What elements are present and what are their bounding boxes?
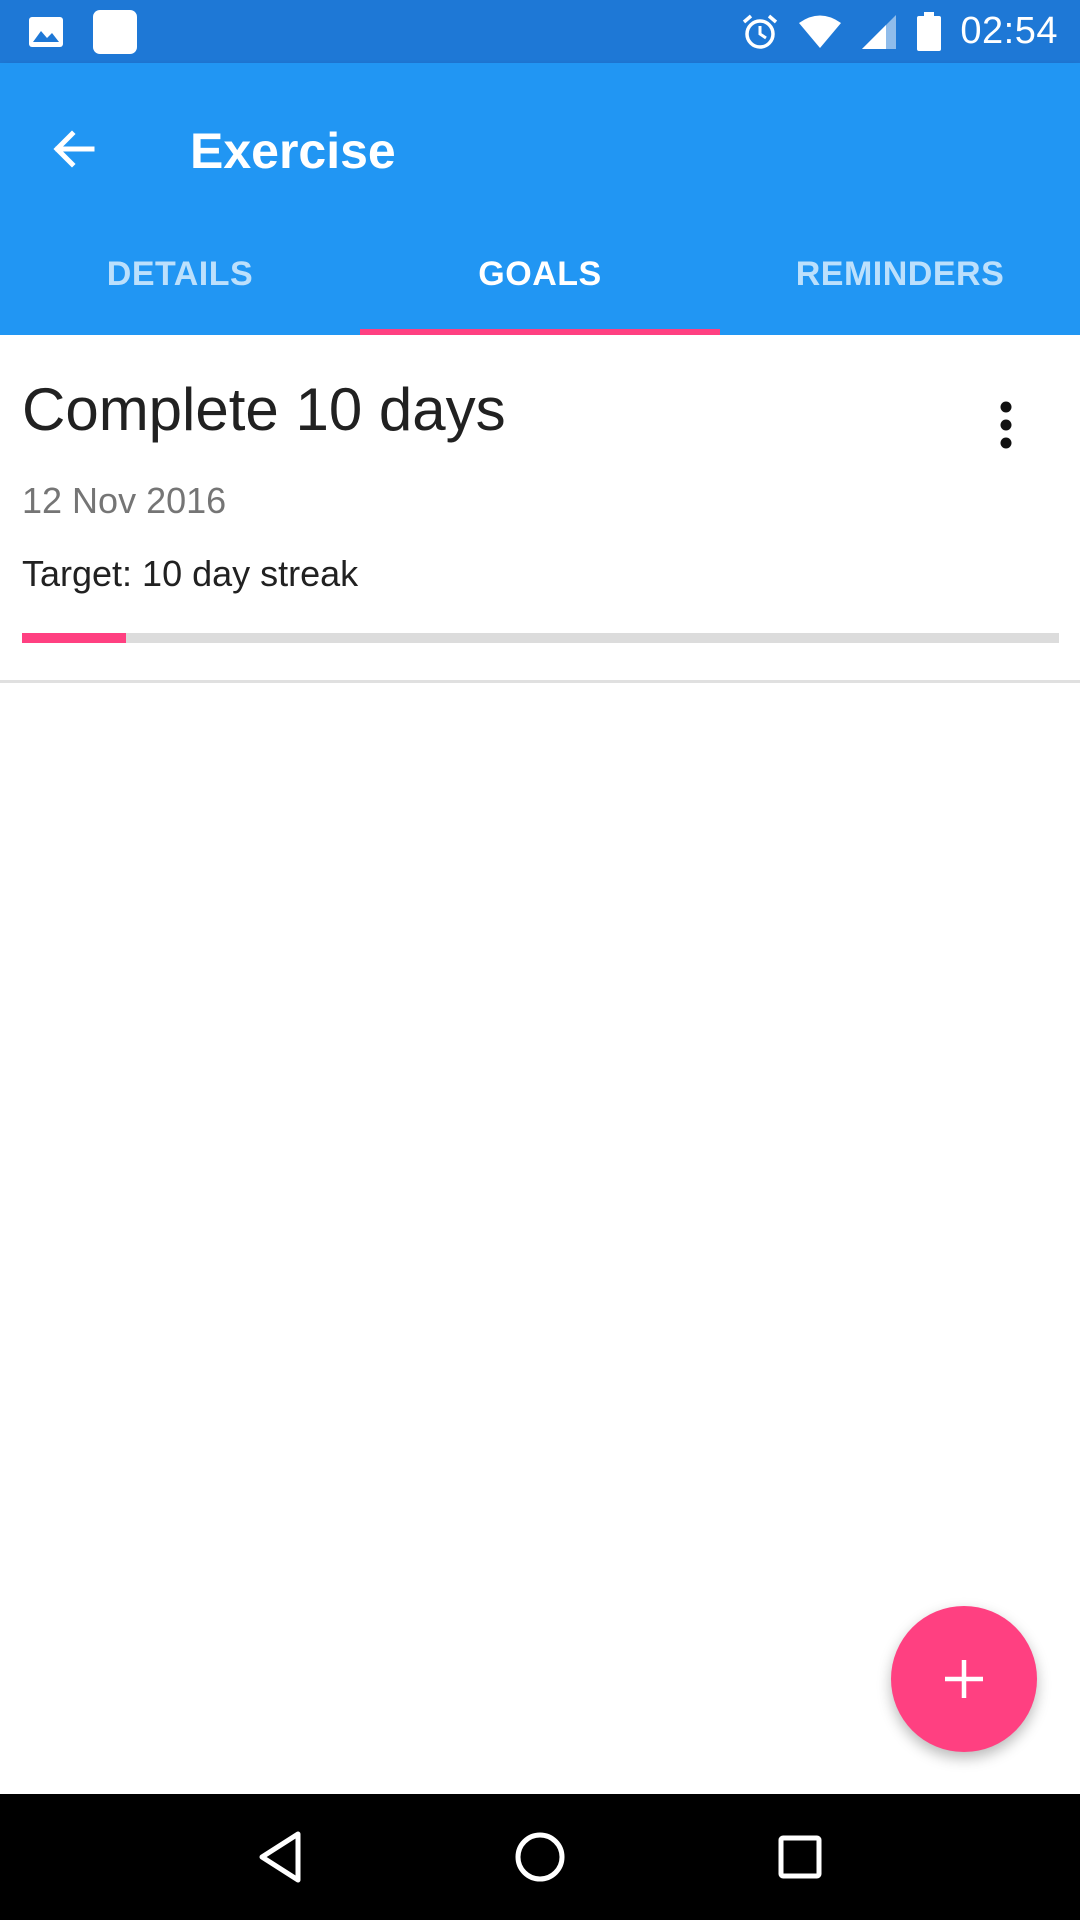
nav-back-button[interactable] (230, 1807, 330, 1907)
arrow-back-icon (53, 130, 95, 168)
goal-date: 12 Nov 2016 (22, 480, 227, 521)
nav-home-button[interactable] (490, 1807, 590, 1907)
goal-progress-fill (22, 633, 126, 643)
tab-bar: DETAILS GOALS REMINDERS (0, 213, 1080, 335)
tab-reminders[interactable]: REMINDERS (720, 213, 1080, 335)
app-bar: Exercise DETAILS GOALS REMINDERS (0, 63, 1080, 335)
status-right: 02:54 (722, 10, 1058, 53)
goal-target: Target: 10 day streak (22, 553, 359, 594)
status-bar: 02:54 (0, 0, 1080, 63)
app-notification-icon (92, 9, 138, 55)
nav-recents-button[interactable] (750, 1807, 850, 1907)
goal-card[interactable]: Complete 10 days 12 Nov 2016 Target: 10 … (0, 335, 1080, 683)
more-options-button[interactable] (976, 385, 1036, 465)
goal-title: Complete 10 days (22, 376, 506, 443)
status-left (28, 9, 166, 55)
tab-label: REMINDERS (795, 254, 1005, 293)
back-triangle-icon (259, 1831, 301, 1883)
image-notification-icon (28, 14, 64, 50)
add-goal-button[interactable] (891, 1606, 1037, 1752)
status-time: 02:54 (960, 10, 1058, 52)
cellular-signal-icon (860, 13, 898, 51)
tab-label: GOALS (478, 254, 602, 293)
tab-goals[interactable]: GOALS (360, 213, 720, 335)
system-nav-bar (0, 1794, 1080, 1920)
more-vert-icon (1000, 401, 1012, 449)
battery-icon (916, 11, 942, 52)
goal-progress-bar (22, 633, 1059, 643)
recents-square-icon (778, 1835, 822, 1879)
wifi-icon (798, 14, 842, 50)
alarm-icon (740, 12, 780, 52)
home-circle-icon (515, 1832, 565, 1882)
add-icon (945, 1660, 983, 1698)
back-button[interactable] (34, 109, 114, 189)
screen-title: Exercise (190, 123, 396, 179)
tab-details[interactable]: DETAILS (0, 213, 360, 335)
tab-label: DETAILS (106, 254, 254, 293)
